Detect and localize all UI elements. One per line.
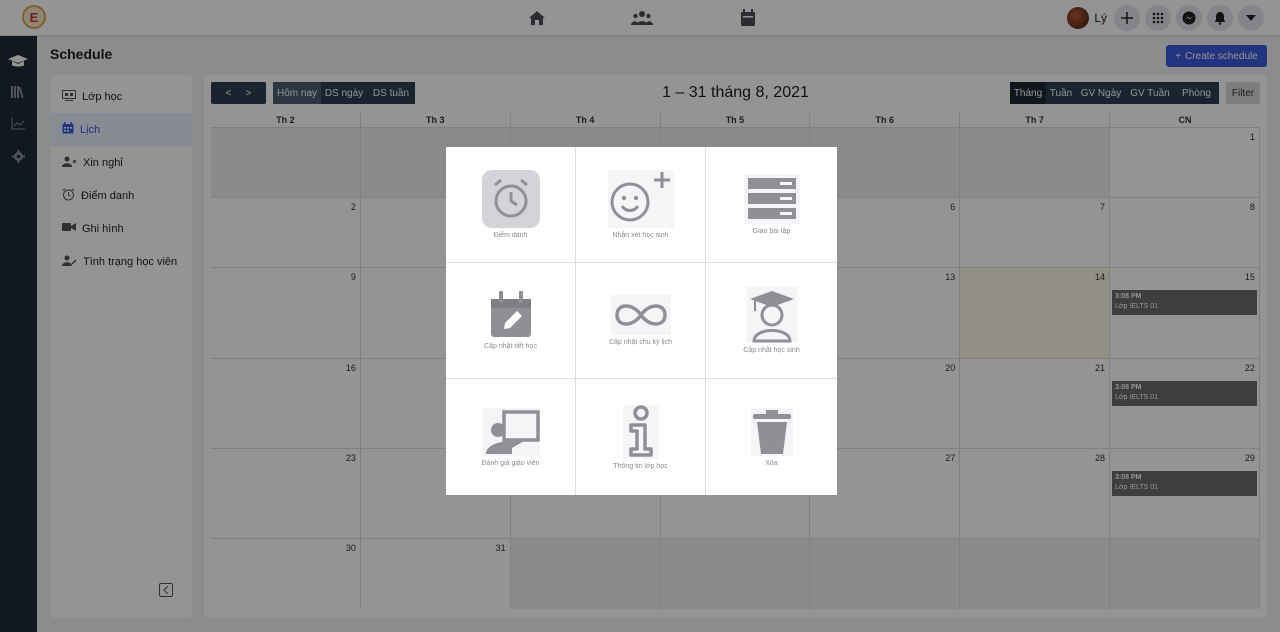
tile-student-comment[interactable]: Nhận xét học sinh	[576, 147, 706, 263]
info-icon	[622, 404, 659, 459]
alarm-clock-icon	[481, 170, 540, 228]
action-menu-modal: Điểm danh Nhận xét học sinh Giao bài tập…	[446, 147, 837, 495]
stacked-list-icon	[743, 174, 800, 224]
tile-attendance[interactable]: Điểm danh	[446, 147, 576, 263]
tile-label: Cập nhật tiết học	[484, 343, 537, 350]
calendar-edit-icon	[489, 291, 533, 339]
trash-icon	[750, 407, 793, 456]
tile-label: Xóa	[765, 459, 778, 467]
tile-teacher-review[interactable]: Đánh giá giáo viên	[446, 379, 576, 495]
graduate-student-icon	[745, 287, 798, 343]
tile-label: Điểm danh	[493, 232, 528, 239]
tile-label: Nhận xét học sinh	[612, 232, 669, 239]
tile-update-cycle[interactable]: Cập nhật chu kỳ lịch	[576, 263, 706, 379]
tile-class-info[interactable]: Thông tin lớp học	[576, 379, 706, 495]
tile-label: Cập nhật học sinh	[743, 347, 800, 354]
smiley-plus-icon	[607, 170, 674, 228]
tile-label: Giao bài tập	[752, 228, 791, 235]
tile-delete[interactable]: Xóa	[706, 379, 837, 495]
tile-assignment[interactable]: Giao bài tập	[706, 147, 837, 263]
tile-label: Đánh giá giáo viên	[481, 459, 540, 467]
tile-update-lesson[interactable]: Cập nhật tiết học	[446, 263, 576, 379]
teacher-board-icon	[481, 407, 540, 456]
tile-update-student[interactable]: Cập nhật học sinh	[706, 263, 837, 379]
tile-label: Cập nhật chu kỳ lịch	[608, 339, 673, 346]
infinity-icon	[610, 295, 671, 335]
tile-label: Thông tin lớp học	[613, 462, 668, 470]
